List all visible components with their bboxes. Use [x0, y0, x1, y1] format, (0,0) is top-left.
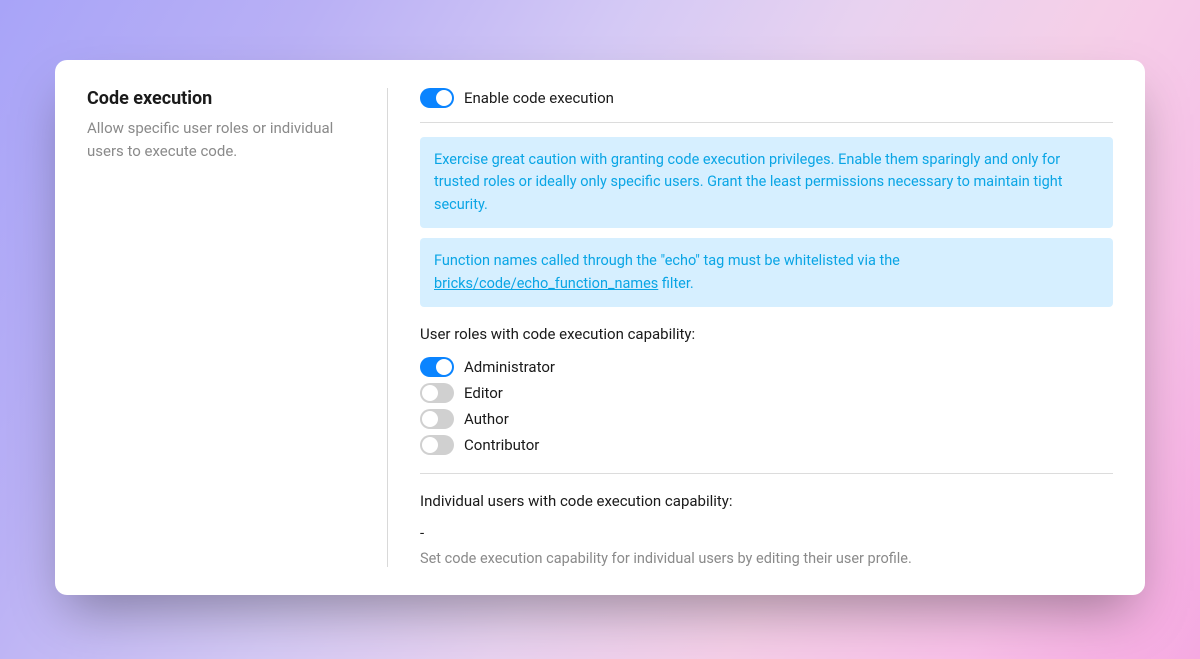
role-item: Author: [420, 409, 1113, 429]
roles-list: Administrator Editor Author Contributor: [420, 357, 1113, 455]
section-title: Code execution: [87, 88, 355, 109]
divider: [420, 122, 1113, 123]
enable-code-execution-row: Enable code execution: [420, 88, 1113, 108]
role-label: Contributor: [464, 436, 539, 454]
role-toggle-author[interactable]: [420, 409, 454, 429]
enable-code-execution-label: Enable code execution: [464, 89, 614, 107]
settings-content: Enable code execution Exercise great cau…: [420, 88, 1113, 567]
role-item: Administrator: [420, 357, 1113, 377]
settings-card: Code execution Allow specific user roles…: [55, 60, 1145, 595]
settings-sidebar: Code execution Allow specific user roles…: [87, 88, 387, 567]
role-toggle-editor[interactable]: [420, 383, 454, 403]
users-heading: Individual users with code execution cap…: [420, 492, 1113, 510]
role-toggle-administrator[interactable]: [420, 357, 454, 377]
whitelist-prefix: Function names called through the "echo"…: [434, 252, 900, 269]
caution-notice: Exercise great caution with granting cod…: [420, 137, 1113, 228]
role-toggle-contributor[interactable]: [420, 435, 454, 455]
role-item: Editor: [420, 383, 1113, 403]
users-hint: Set code execution capability for indivi…: [420, 550, 1113, 567]
section-description: Allow specific user roles or individual …: [87, 117, 355, 162]
enable-code-execution-toggle[interactable]: [420, 88, 454, 108]
roles-heading: User roles with code execution capabilit…: [420, 325, 1113, 343]
role-label: Administrator: [464, 358, 555, 376]
role-label: Editor: [464, 384, 503, 402]
role-item: Contributor: [420, 435, 1113, 455]
whitelist-notice: Function names called through the "echo"…: [420, 238, 1113, 307]
users-empty: -: [420, 524, 1113, 542]
whitelist-suffix: filter.: [658, 275, 693, 292]
whitelist-filter-link[interactable]: bricks/code/echo_function_names: [434, 275, 658, 292]
vertical-divider: [387, 88, 388, 567]
divider: [420, 473, 1113, 474]
role-label: Author: [464, 410, 509, 428]
